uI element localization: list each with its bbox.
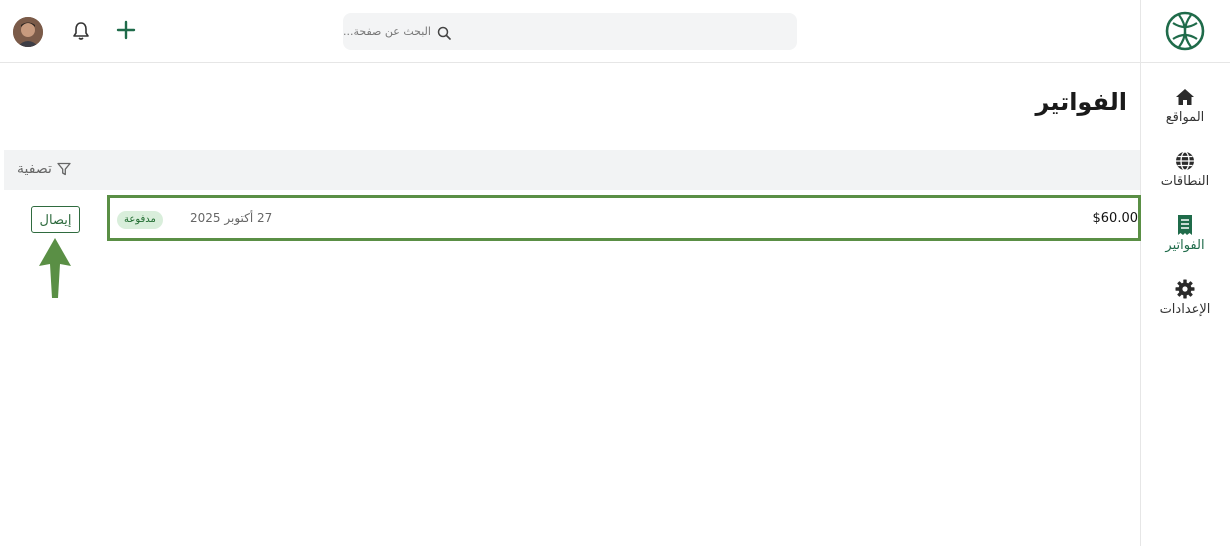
search-input[interactable]: البحث عن صفحة...: [343, 13, 797, 50]
search-icon: [437, 25, 451, 40]
receipt-button[interactable]: إيصال: [31, 206, 80, 233]
sidebar-item-domains[interactable]: النطاقات: [1140, 144, 1230, 212]
sidebar-nav: المواقع النطاقات الفواتير الإعدادات: [1140, 80, 1230, 340]
receipt-icon: [1174, 214, 1196, 236]
sidebar-item-sites[interactable]: المواقع: [1140, 80, 1230, 148]
sidebar-item-label: الإعدادات: [1159, 302, 1211, 317]
sidebar-item-label: المواقع: [1165, 110, 1205, 125]
sidebar-item-settings[interactable]: الإعدادات: [1140, 272, 1230, 340]
bell-icon[interactable]: [70, 20, 92, 42]
table-row[interactable]: $60.00 27 أكتوبر 2025 مدفوعة: [107, 195, 1141, 241]
sidebar-item-invoices[interactable]: الفواتير: [1140, 208, 1230, 276]
top-bar: البحث عن صفحة...: [0, 0, 1140, 63]
app-logo[interactable]: [1140, 0, 1230, 63]
globe-leaf-logo: [1165, 11, 1205, 51]
filter-icon: [57, 162, 71, 176]
sidebar-item-label: النطاقات: [1160, 174, 1210, 189]
gear-icon: [1174, 278, 1196, 300]
filter-bar: تصفية: [4, 150, 1140, 190]
home-icon: [1174, 86, 1196, 108]
sidebar-item-label: الفواتير: [1165, 238, 1205, 253]
user-avatar[interactable]: [13, 17, 43, 47]
globe-icon: [1174, 150, 1196, 172]
page-title: الفواتير: [1035, 88, 1127, 116]
filter-button[interactable]: تصفية: [17, 161, 71, 177]
status-badge: مدفوعة: [117, 211, 163, 229]
plus-icon[interactable]: [114, 18, 138, 42]
invoice-date: 27 أكتوبر 2025: [190, 211, 273, 225]
sidebar: المواقع النطاقات الفواتير الإعدادات: [1140, 0, 1230, 546]
filter-label: تصفية: [17, 161, 52, 177]
arrow-up-icon: [37, 236, 73, 300]
search-placeholder: البحث عن صفحة...: [343, 25, 431, 38]
invoice-amount: $60.00: [1092, 211, 1139, 226]
